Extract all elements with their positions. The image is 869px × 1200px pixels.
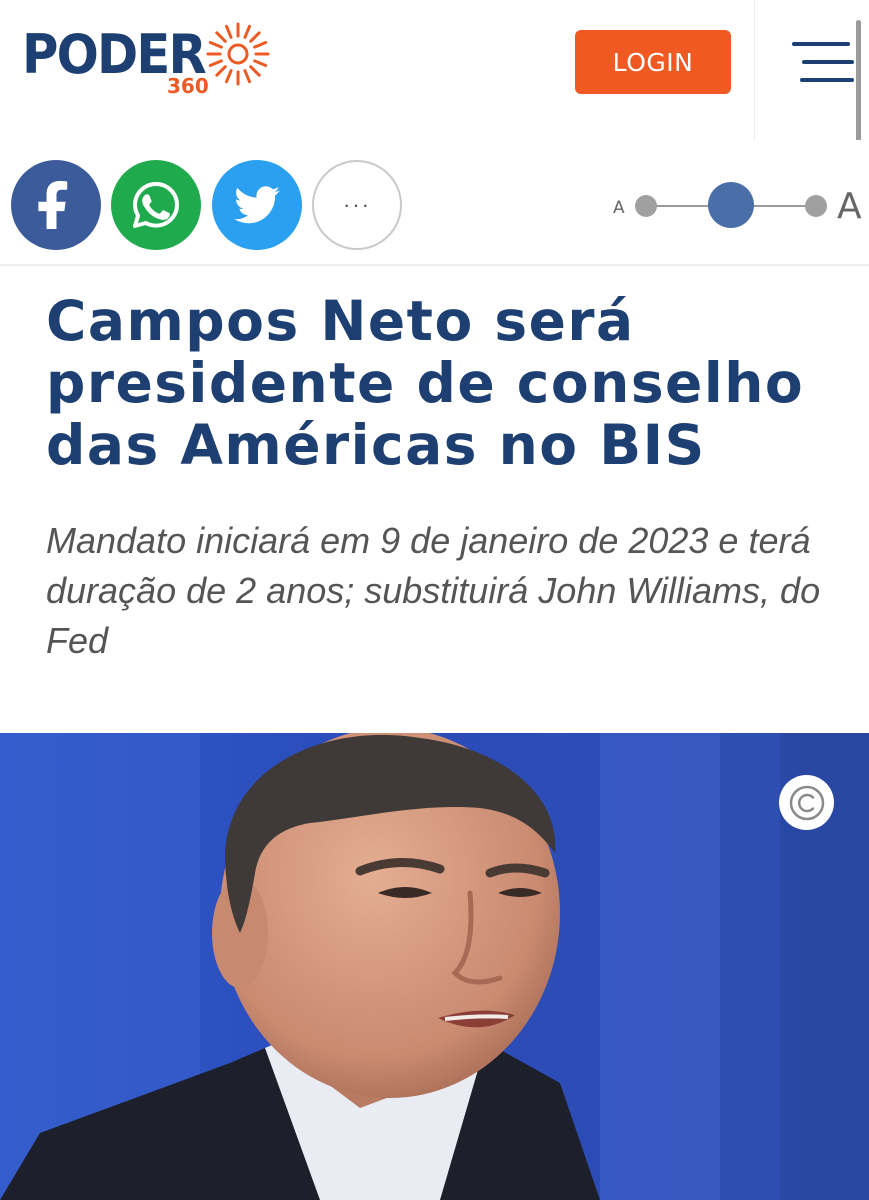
menu-line	[802, 60, 854, 64]
poder360-logo[interactable]: PODER 360	[22, 22, 282, 102]
site-header: PODER 360 LOGIN	[0, 0, 869, 140]
font-size-step-small[interactable]	[635, 195, 657, 217]
logo-number: 360	[167, 74, 209, 98]
header-divider	[754, 0, 755, 140]
more-share-button[interactable]: ···	[312, 160, 402, 250]
article-subtitle: Mandato iniciará em 9 de janeiro de 2023…	[46, 520, 821, 661]
whatsapp-share-button[interactable]	[111, 160, 201, 250]
share-bar: ··· A A	[0, 140, 869, 266]
font-size-slider-knob[interactable]	[708, 182, 754, 228]
login-button[interactable]: LOGIN	[575, 30, 731, 94]
portrait-illustration	[0, 733, 869, 1200]
facebook-icon	[38, 181, 68, 229]
twitter-share-button[interactable]	[212, 160, 302, 250]
facebook-share-button[interactable]	[11, 160, 101, 250]
more-icon: ···	[343, 192, 371, 217]
hamburger-icon[interactable]	[792, 40, 854, 86]
whatsapp-icon	[133, 182, 179, 228]
font-size-control: A A	[608, 182, 869, 232]
menu-line	[792, 42, 850, 46]
article-photo	[0, 733, 869, 1200]
copyright-icon[interactable]	[779, 775, 834, 830]
menu-line	[800, 78, 854, 82]
copyright-symbol	[789, 785, 824, 820]
font-size-large-label: A	[837, 186, 862, 227]
article-headline: Campos Neto será presidente de conselho …	[46, 289, 805, 477]
sun-logo-icon	[206, 22, 270, 86]
font-size-small-label: A	[613, 198, 625, 218]
font-size-step-large[interactable]	[805, 195, 827, 217]
twitter-icon	[234, 186, 280, 224]
